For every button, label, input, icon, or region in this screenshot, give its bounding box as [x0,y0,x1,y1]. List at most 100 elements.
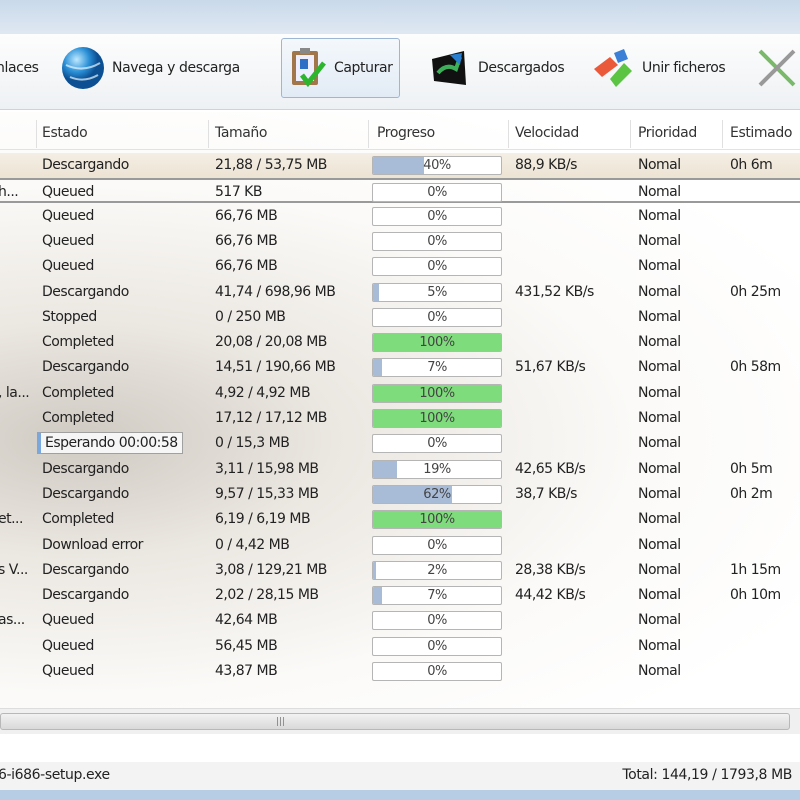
status-bar: 6-i686-setup.exe Total: 144,19 / 1793,8 … [0,762,800,790]
table-row[interactable]: Descargando 21,88 / 53,75 MB 40% 88,9 KB/s N… [0,153,800,178]
row-estimado: 0h 6m [730,157,773,173]
row-tamano: 42,64 MB [215,612,278,629]
table-row[interactable]: Esperando 00:00:58 0 / 15,3 MB 0% Nomal [0,431,800,456]
row-tamano: 2,02 / 28,15 MB [215,587,319,604]
row-tamano: 56,45 MB [215,637,278,654]
row-estimado: 1h 15m [730,561,781,578]
row-estado: Descargando [42,561,129,578]
capture-label: Capturar [334,60,393,76]
links-label: nlaces [0,60,39,76]
progress-label: 19% [423,461,451,477]
row-prioridad: Nomal [638,612,681,629]
table-row[interactable]: Completed 20,08 / 20,08 MB 100% Nomal [0,330,800,355]
table-row[interactable]: , la... Completed 4,92 / 4,92 MB 100% Nomal [0,381,800,406]
row-name: h... [0,184,19,201]
progress-bar: 0% [372,231,502,251]
downloaded-label: Descargados [478,60,565,76]
join-files-label: Unir ficheros [642,60,726,76]
progress-bar: 2% [372,560,502,580]
join-files-icon [594,49,632,87]
row-prioridad: Nomal [638,561,681,578]
downloaded-button[interactable]: Descargados [426,38,565,98]
scrollbar-thumb[interactable]: ||| [0,713,790,730]
row-estado: Queued [42,612,94,629]
row-estado: Descargando [42,157,129,173]
row-tamano: 3,08 / 129,21 MB [215,561,327,578]
join-files-button[interactable]: Unir ficheros [590,38,726,98]
row-velocidad: 88,9 KB/s [515,157,577,173]
capture-button[interactable]: Capturar [281,38,400,98]
row-estado: Descargando [42,485,129,502]
header-estimado[interactable]: Estimado [730,125,792,141]
table-row[interactable]: Queued 43,87 MB 0% Nomal [0,659,800,684]
row-prioridad: Nomal [638,359,681,376]
links-button[interactable]: nlaces [0,38,39,98]
row-estado: Completed [42,511,114,528]
row-tamano: 0 / 250 MB [215,308,286,325]
globe-icon [62,47,104,89]
row-estimado: 0h 5m [730,460,773,477]
row-velocidad: 51,67 KB/s [515,359,586,376]
table-row[interactable]: Completed 17,12 / 17,12 MB 100% Nomal [0,406,800,431]
row-tamano: 6,19 / 6,19 MB [215,511,311,528]
table-row[interactable]: s V... Descargando 3,08 / 129,21 MB 2% 28,38… [0,558,800,583]
header-tamano[interactable]: Tamaño [215,125,267,141]
row-prioridad: Nomal [638,334,681,351]
row-prioridad: Nomal [638,511,681,528]
row-estado: Download error [42,536,143,553]
table-row[interactable]: Queued 66,76 MB 0% Nomal [0,229,800,254]
row-tamano: 3,11 / 15,98 MB [215,460,319,477]
progress-bar: 0% [372,434,502,454]
row-estado: Completed [42,384,114,401]
table-row[interactable]: Descargando 2,02 / 28,15 MB 7% 44,42 KB/s No… [0,583,800,608]
row-prioridad: Nomal [638,536,681,553]
table-row[interactable]: Descargando 14,51 / 190,66 MB 7% 51,67 KB/s… [0,355,800,380]
row-prioridad: Nomal [638,587,681,604]
progress-bar: 7% [372,358,502,378]
table-row[interactable]: as... Queued 42,64 MB 0% Nomal [0,608,800,633]
row-tamano: 66,76 MB [215,232,278,249]
progress-bar: 0% [372,307,502,327]
table-row[interactable]: Download error 0 / 4,42 MB 0% Nomal [0,533,800,558]
row-tamano: 4,92 / 4,92 MB [215,384,311,401]
header-prioridad[interactable]: Prioridad [638,125,697,141]
table-row[interactable]: Queued 66,76 MB 0% Nomal [0,254,800,279]
row-estado: Esperando 00:00:58 [37,432,183,455]
table-row[interactable]: Stopped 0 / 250 MB 0% Nomal [0,305,800,330]
table-row[interactable]: Queued 56,45 MB 0% Nomal [0,634,800,659]
progress-bar: 0% [372,636,502,656]
row-estimado: 0h 10m [730,587,781,604]
tools-button[interactable] [754,38,800,98]
row-tamano: 20,08 / 20,08 MB [215,334,327,351]
row-tamano: 41,74 / 698,96 MB [215,283,336,300]
table-row[interactable]: et... Completed 6,19 / 6,19 MB 100% Nomal [0,507,800,532]
row-prioridad: Nomal [638,460,681,477]
progress-label: 100% [419,385,455,401]
row-velocidad: 38,7 KB/s [515,485,577,502]
header-velocidad[interactable]: Velocidad [515,125,579,141]
row-prioridad: Nomal [638,384,681,401]
table-row[interactable]: Queued 66,76 MB 0% Nomal [0,204,800,229]
progress-label: 0% [427,613,447,629]
progress-label: 0% [427,259,447,275]
tools-icon [758,49,796,87]
header-progreso[interactable]: Progreso [377,125,435,141]
row-estimado: 0h 25m [730,283,781,300]
row-prioridad: Nomal [638,207,681,224]
table-row[interactable]: Descargando 41,74 / 698,96 MB 5% 431,52 KB/… [0,280,800,305]
row-tamano: 21,88 / 53,75 MB [215,157,327,173]
progress-bar: 0% [372,183,502,203]
table-row[interactable]: Descargando 3,11 / 15,98 MB 19% 42,65 KB/s N… [0,457,800,482]
row-prioridad: Nomal [638,435,681,452]
table-row[interactable]: Descargando 9,57 / 15,33 MB 62% 38,7 KB/s No… [0,482,800,507]
table-row[interactable]: h... Queued 517 KB 0% Nomal [0,178,800,204]
progress-bar: 40% [372,156,502,175]
progress-label: 100% [419,335,455,351]
progress-bar: 0% [372,611,502,631]
progress-label: 0% [427,638,447,654]
row-prioridad: Nomal [638,232,681,249]
browse-download-button[interactable]: Navega y descarga [60,38,240,98]
horizontal-scrollbar[interactable]: ||| [0,708,800,734]
header-estado[interactable]: Estado [42,125,88,141]
progress-label: 0% [427,436,447,452]
